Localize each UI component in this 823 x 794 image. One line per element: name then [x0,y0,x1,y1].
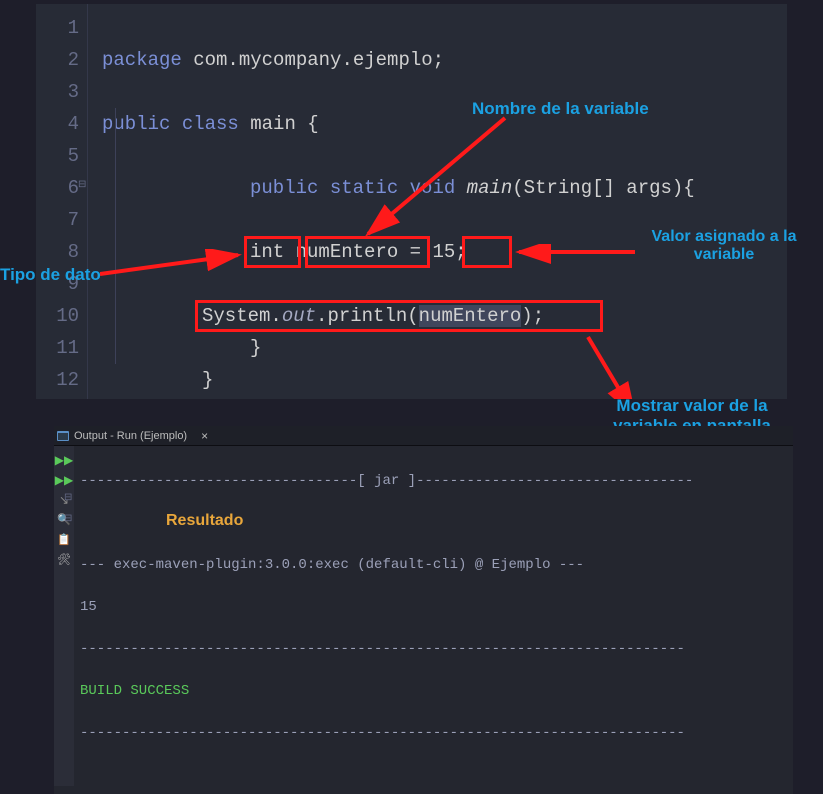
code-line-7 [102,204,787,236]
copy-icon[interactable]: 📋 [54,530,74,550]
code-line-4: public class main { [102,108,787,140]
line-number: 7 [36,204,79,236]
code-line-1 [102,12,787,44]
line-number: 9 [36,268,79,300]
output-panel: Output - Run (Ejemplo) × ▶▶ ▶▶ ↘ 🔍 📋 🛠 -… [54,426,793,794]
output-body: ▶▶ ▶▶ ↘ 🔍 📋 🛠 --------------------------… [54,446,793,786]
output-tab-title[interactable]: Output - Run (Ejemplo) [74,430,195,442]
output-line-result: ⊟15 [80,597,787,618]
output-console[interactable]: ---------------------------------[ jar ]… [74,446,793,786]
annotation-resultado: Resultado [166,512,243,530]
line-number: 2 [36,44,79,76]
code-line-12: } [102,364,787,396]
run-one-icon[interactable]: ▶▶ [54,470,74,490]
output-line-exec: ⊟--- exec-maven-plugin:3.0.0:exec (defau… [80,555,787,576]
code-line-9 [102,268,787,300]
line-number: 1 [36,12,79,44]
code-area[interactable]: package com.mycompany.ejemplo; public cl… [88,4,787,399]
code-line-6: ⊟public static void main(String[] args){ [102,172,787,204]
line-number: 11 [36,332,79,364]
code-line-10: System.out.println(numEntero); [102,300,787,332]
line-number: 8 [36,236,79,268]
code-line-5 [102,140,787,172]
line-number: 5 [36,140,79,172]
code-editor: 1 2 3 4 5 6 7 8 9 10 11 12 package com.m… [36,4,787,399]
output-line-dash2: ----------------------------------------… [80,723,787,744]
output-line-jar: ---------------------------------[ jar ]… [80,471,787,492]
code-line-8: int numEntero = 15; [102,236,787,268]
run-double-icon[interactable]: ▶▶ [54,450,74,470]
line-number: 4 [36,108,79,140]
line-number: 10 [36,300,79,332]
output-tab-bar: Output - Run (Ejemplo) × [54,426,793,446]
output-tab-close-icon[interactable]: × [195,429,214,443]
code-line-2: package com.mycompany.ejemplo; [102,44,787,76]
output-line-build-success: BUILD SUCCESS [80,681,787,702]
line-number: 12 [36,364,79,396]
indent-guide [115,108,116,364]
output-line-dash: ----------------------------------------… [80,639,787,660]
code-line-3 [102,76,787,108]
wrench-icon[interactable]: 🛠 [54,550,74,570]
output-tab-icon [56,429,70,443]
code-line-11: } [102,332,787,364]
line-number: 3 [36,76,79,108]
line-number: 6 [36,172,79,204]
